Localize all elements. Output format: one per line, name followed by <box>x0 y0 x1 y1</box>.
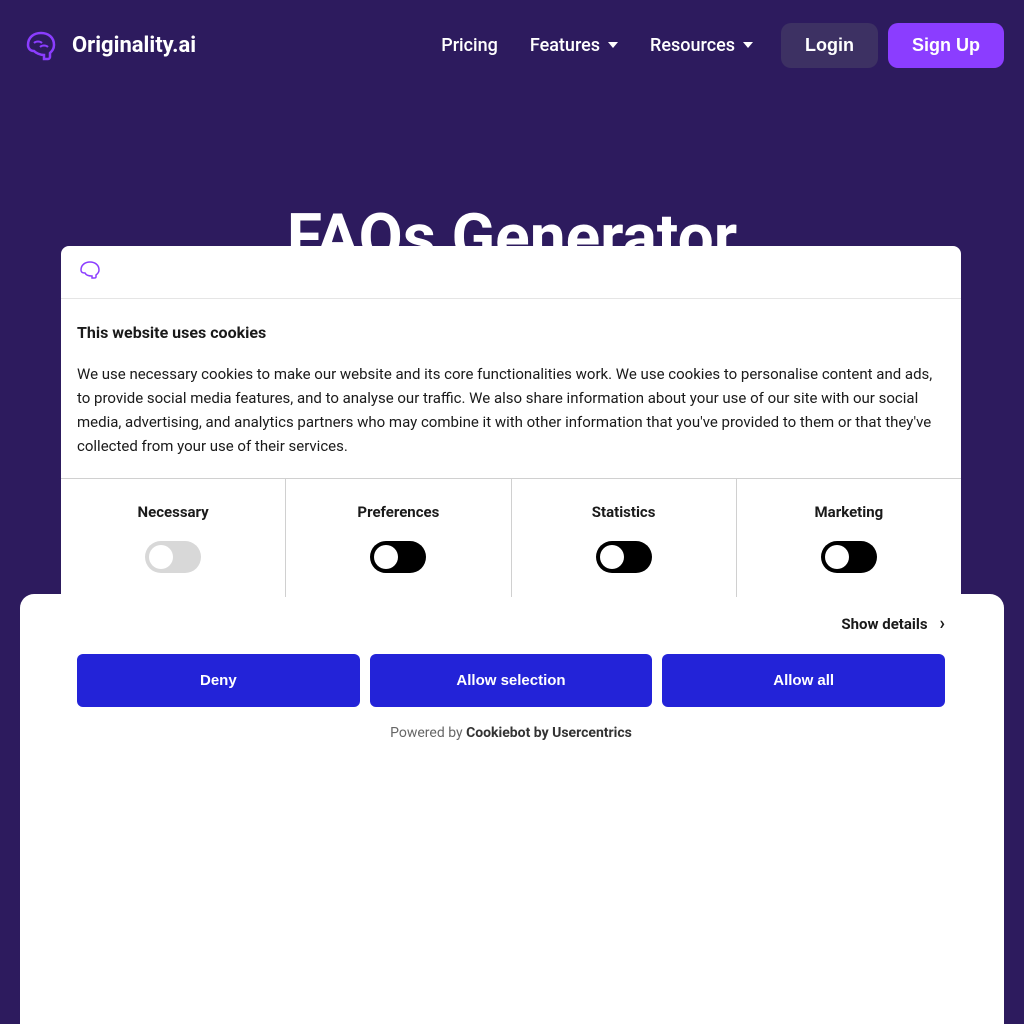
toggle-marketing[interactable] <box>821 541 877 573</box>
category-label: Preferences <box>357 503 439 521</box>
category-necessary: Necessary <box>61 479 286 597</box>
powered-by-brand[interactable]: Cookiebot by Usercentrics <box>466 725 632 741</box>
modal-body: This website uses cookies We use necessa… <box>61 299 961 478</box>
toggle-knob <box>374 545 398 569</box>
toggle-knob <box>825 545 849 569</box>
toggle-knob <box>600 545 624 569</box>
cookie-categories: Necessary Preferences Statistics Marketi… <box>61 478 961 597</box>
category-label: Necessary <box>138 503 209 521</box>
toggle-preferences[interactable] <box>370 541 426 573</box>
cookie-modal-description: We use necessary cookies to make our web… <box>77 362 945 458</box>
brain-icon <box>77 260 103 280</box>
modal-footer: Show details › Deny Allow selection Allo… <box>61 597 961 757</box>
show-details-label: Show details <box>841 615 927 633</box>
allow-all-button[interactable]: Allow all <box>662 654 945 707</box>
action-buttons: Deny Allow selection Allow all <box>77 654 945 707</box>
deny-button[interactable]: Deny <box>77 654 360 707</box>
cookie-modal-title: This website uses cookies <box>77 323 945 342</box>
toggle-necessary <box>145 541 201 573</box>
toggle-knob <box>149 545 173 569</box>
toggle-statistics[interactable] <box>596 541 652 573</box>
category-label: Marketing <box>815 503 884 521</box>
category-label: Statistics <box>592 503 656 521</box>
category-preferences: Preferences <box>286 479 511 597</box>
show-details-link[interactable]: Show details › <box>77 613 945 634</box>
chevron-right-icon: › <box>940 613 945 634</box>
modal-overlay: This website uses cookies We use necessa… <box>0 0 1024 1024</box>
allow-selection-button[interactable]: Allow selection <box>370 654 653 707</box>
category-statistics: Statistics <box>512 479 737 597</box>
powered-by-prefix: Powered by <box>390 725 466 741</box>
modal-header <box>61 246 961 299</box>
cookie-consent-modal: This website uses cookies We use necessa… <box>61 246 961 757</box>
powered-by: Powered by Cookiebot by Usercentrics <box>77 725 945 741</box>
category-marketing: Marketing <box>737 479 961 597</box>
